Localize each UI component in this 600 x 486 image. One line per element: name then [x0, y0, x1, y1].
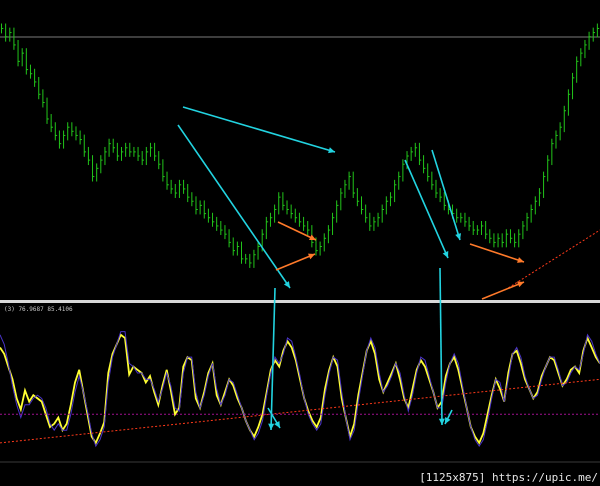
- pane-separator: [0, 300, 600, 303]
- image-size-footer: [1125x875] https://upic.me/: [419, 471, 598, 484]
- indicator-label: (3) 76.9687 85.4106: [4, 306, 73, 313]
- trading-chart: [0, 0, 600, 486]
